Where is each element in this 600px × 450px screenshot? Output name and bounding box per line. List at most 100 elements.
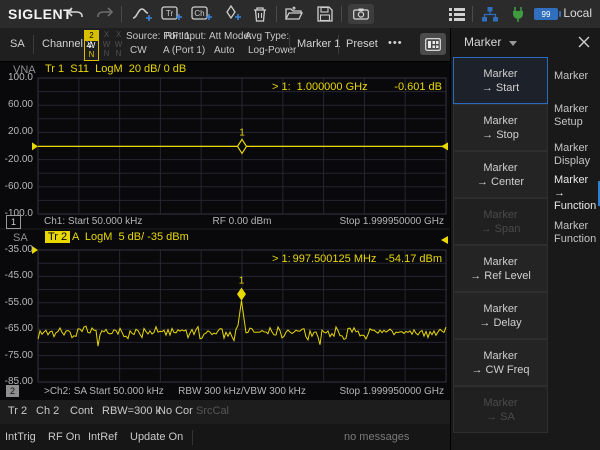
marker-to-start-button[interactable]: Marker→ Start xyxy=(453,57,548,104)
toolbar-separator xyxy=(121,6,122,22)
status-update: Update On xyxy=(130,431,183,443)
marker-to-ref-level-button[interactable]: Marker→ Ref Level xyxy=(453,245,548,292)
vna-y-tick: -20.00 xyxy=(0,154,33,165)
vna-marker-readout: > 1: 1.000000 GHz -0.601 dB xyxy=(272,81,442,93)
sa-active-trace-badge[interactable]: Tr 2 xyxy=(45,231,70,243)
vna-y-tick: 100.0 xyxy=(0,72,33,83)
sa-start-freq: >Ch2: SA Start 50.000 kHz xyxy=(44,386,164,397)
channel-number-badge: 1 xyxy=(6,215,21,229)
source-field-value[interactable]: CW xyxy=(130,45,147,56)
channel-state-active[interactable]: 2 W N xyxy=(84,30,99,61)
vna-trace-panel: VNA Tr 1 S11 LogM 20 dB/ 0 dB 100.0 60.0… xyxy=(0,62,450,228)
trash-icon[interactable] xyxy=(249,4,271,24)
add-trace-curve-icon[interactable] xyxy=(131,4,153,24)
channel-state-col[interactable]: X W N xyxy=(112,30,125,59)
status-ref: IntRef xyxy=(88,431,117,443)
marker-1-label: 1 xyxy=(239,276,245,287)
channel-state-cell: N xyxy=(85,50,98,60)
chevron-down-icon[interactable] xyxy=(509,41,517,46)
marker-id: > 1: xyxy=(272,81,291,93)
status-separator xyxy=(192,430,193,445)
svg-text:Tr: Tr xyxy=(166,9,174,18)
status-channel: Ch 2 xyxy=(36,405,59,417)
marker-value: -54.17 dBm xyxy=(385,253,442,265)
sa-footer: 2 RBW 300 kHz/VBW 300 kHz >Ch2: SA Start… xyxy=(0,385,448,398)
marker-1-label: 1 xyxy=(239,127,245,138)
marker-id: > 1: xyxy=(272,253,291,265)
status-sweep: Cont xyxy=(70,405,93,417)
preset-button[interactable]: Preset xyxy=(346,38,378,50)
rf-input-field-label: RF Input: xyxy=(165,31,206,42)
channel-state-cell: 2 xyxy=(85,31,98,41)
marker-to-stop-button[interactable]: Marker→ Stop xyxy=(453,104,548,151)
add-ch-icon[interactable]: Ch xyxy=(191,4,213,24)
status-trigger: IntTrig xyxy=(5,431,36,443)
status-rbw: RBW=300 k xyxy=(102,405,161,417)
sa-y-tick: -55.00 xyxy=(0,297,33,308)
channel-state-cell: W xyxy=(85,41,98,51)
vna-y-tick: -60.00 xyxy=(0,181,33,192)
channel-number-badge: 2 xyxy=(6,385,19,397)
vna-y-tick: 20.00 xyxy=(0,126,33,137)
status-rf: RF On xyxy=(48,431,80,443)
marker-to-center-button[interactable]: Marker→ Center xyxy=(453,151,548,198)
open-icon[interactable] xyxy=(283,4,305,24)
battery-icon: 99 xyxy=(534,8,558,20)
siglent-logo: SIGLENT xyxy=(8,6,72,22)
instrument-window: SIGLENT Tr Ch xyxy=(0,0,600,450)
network-icon xyxy=(479,4,501,24)
marker-to-cw-freq-button[interactable]: Marker→ CW Freq xyxy=(453,339,548,386)
add-marker-icon[interactable] xyxy=(222,4,244,24)
menu-item-marker-function[interactable]: Marker Function xyxy=(549,213,600,252)
grid-lines xyxy=(38,250,446,382)
channel-state-cell: N xyxy=(112,49,125,59)
sidebar-header: Marker xyxy=(451,28,600,57)
att-mode-field-value[interactable]: Auto xyxy=(214,45,235,56)
marker-to-delay-button[interactable]: Marker→ Delay xyxy=(453,292,548,339)
channel-state-cell: X xyxy=(112,30,125,40)
toolbar-separator xyxy=(276,6,277,22)
trace-arrow-right xyxy=(441,236,448,244)
ref-level-arrow-left xyxy=(32,142,38,150)
add-tr-icon[interactable]: Tr xyxy=(161,4,183,24)
sa-y-tick: -75.00 xyxy=(0,350,33,361)
local-button[interactable]: Local xyxy=(563,6,592,20)
menu-list-icon[interactable] xyxy=(446,4,468,24)
marker-1-diamond[interactable] xyxy=(238,139,247,153)
marker-to-span-button: Marker→ Span xyxy=(453,198,548,245)
vna-start-freq: Ch1: Start 50.000 kHz xyxy=(44,216,142,227)
sa-mode-button[interactable]: SA xyxy=(10,38,25,50)
trace-arrow-right xyxy=(441,142,448,150)
sa-y-tick: -65.00 xyxy=(0,323,33,334)
channel-state-cell: W xyxy=(112,40,125,50)
layout-grid-button[interactable] xyxy=(420,33,446,55)
marker-frequency: 1.000000 GHz xyxy=(297,81,368,93)
vna-footer: 1 RF 0.00 dBm Ch1: Start 50.000 kHz Stop… xyxy=(0,215,448,228)
sa-stop-freq: Stop 1.999950000 GHz xyxy=(339,386,444,397)
status-correction: No Cor xyxy=(158,405,193,417)
marker-to-sa-button: Marker→ SA xyxy=(453,386,548,433)
battery-level: 99 xyxy=(542,10,551,19)
undo-icon[interactable] xyxy=(64,4,86,24)
toolbar-separator xyxy=(472,6,473,22)
save-icon[interactable] xyxy=(314,4,336,24)
sa-y-tick: -35.00 xyxy=(0,244,33,255)
status-trace: Tr 2 xyxy=(8,405,27,417)
menu-item-marker[interactable]: Marker xyxy=(549,57,600,96)
top-toolbar: SIGLENT Tr Ch xyxy=(0,0,600,28)
camera-icon[interactable] xyxy=(348,4,374,24)
sidebar-title[interactable]: Marker xyxy=(464,35,501,49)
vna-trace-header[interactable]: Tr 1 S11 LogM 20 dB/ 0 dB xyxy=(45,63,186,75)
menu-item-marker-function-arrow[interactable]: Marker → Function xyxy=(549,174,600,213)
marker-1-button[interactable]: Marker 1 xyxy=(297,38,340,50)
more-button[interactable]: ••• xyxy=(388,37,403,49)
sa-y-tick: -45.00 xyxy=(0,270,33,281)
redo-icon[interactable] xyxy=(94,4,116,24)
menu-item-marker-display[interactable]: Marker Display xyxy=(549,135,600,174)
avg-type-field-label: Avg Type: xyxy=(245,31,289,42)
close-icon[interactable] xyxy=(577,35,591,49)
message-area: no messages xyxy=(344,431,409,443)
rf-input-field-value[interactable]: A (Port 1) xyxy=(163,45,205,56)
menu-item-marker-setup[interactable]: Marker Setup xyxy=(549,96,600,135)
sa-trace-header[interactable]: A LogM 5 dB/ -35 dBm xyxy=(72,231,189,243)
